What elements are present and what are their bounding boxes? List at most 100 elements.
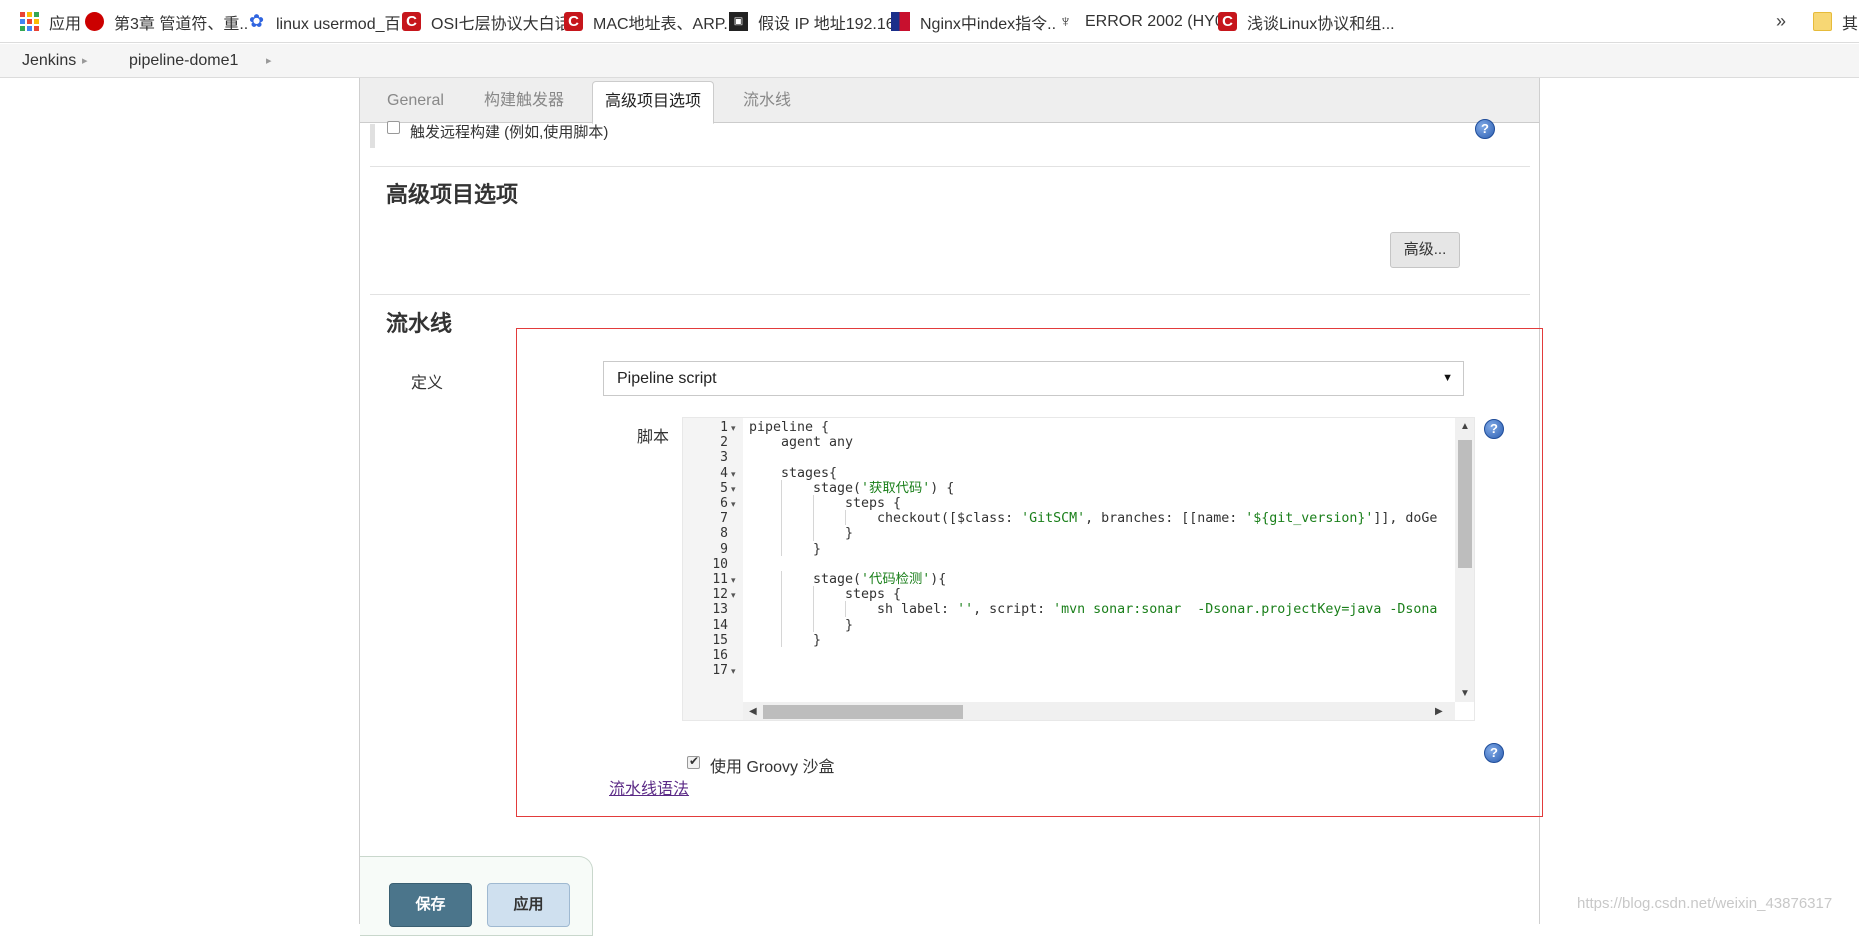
indent-guide	[781, 540, 782, 556]
breadcrumb-jenkins[interactable]: Jenkins	[22, 52, 76, 70]
code-line: }	[845, 525, 853, 543]
bookmark-label: OSI七层协议大白话...	[431, 15, 564, 33]
tab-general[interactable]: General	[387, 78, 444, 123]
bookmark-item[interactable]: C OSI七层协议大白话...	[402, 0, 564, 43]
bookmark-item[interactable]: ♆ ERROR 2002 (HY0...	[1056, 0, 1218, 43]
redhat-icon	[85, 12, 104, 31]
code-token: pipeline {	[749, 420, 830, 435]
horizontal-scrollbar[interactable]: ◀ ▶	[743, 702, 1455, 720]
code-token: ]], doGe	[1373, 511, 1438, 527]
code-token: steps {	[845, 587, 902, 603]
code-token: sh label:	[877, 602, 958, 618]
indent-guide	[781, 601, 782, 617]
code-token: stage(	[813, 572, 862, 587]
bookmark-item[interactable]: 第3章 管道符、重...	[85, 0, 247, 43]
config-panel: General 构建触发器 高级项目选项 流水线 触发远程构建 (例如,使用脚本…	[359, 78, 1543, 936]
bookmarks-overflow-button[interactable]: »	[1776, 0, 1786, 43]
tab-advanced-options[interactable]: 高级项目选项	[592, 81, 715, 124]
apply-button[interactable]: 应用	[487, 883, 570, 927]
code-token: }	[813, 541, 822, 557]
bookmark-folder[interactable]: 其	[1813, 0, 1859, 43]
csdn-icon: C	[402, 12, 421, 31]
definition-select[interactable]: Pipeline script ▼	[603, 361, 1464, 396]
code-string: '${git_version}'	[1245, 511, 1374, 527]
vertical-scrollbar[interactable]: ▲ ▼	[1455, 418, 1474, 702]
tab-pipeline[interactable]: 流水线	[743, 78, 791, 123]
watermark: https://blog.csdn.net/weixin_43876317	[1577, 895, 1833, 912]
code-token: , script:	[973, 602, 1054, 618]
groovy-sandbox-checkbox[interactable]	[687, 754, 700, 769]
editor-gutter: 1 ▾ 2 3 4 ▾ 5 ▾ 6 ▾ 7 8 9 10 11 ▾ 12 ▾ 13 14 15 16 17 ▾	[683, 418, 743, 720]
editor-code-area[interactable]: pipeline {agent any stages{stage('获取代码') …	[745, 418, 1455, 702]
fold-toggle-icon[interactable]: ▾	[731, 419, 741, 437]
fold-toggle-icon[interactable]: ▾	[731, 662, 741, 680]
horizontal-scroll-thumb[interactable]	[763, 705, 963, 719]
bookmark-item[interactable]: Nginx中index指令...	[891, 0, 1056, 43]
line-number: 17	[712, 663, 728, 679]
code-line: }	[845, 617, 853, 635]
bookmarks-list: 应用 第3章 管道符、重... ✿ linux usermod_百... C OSI七层协…	[20, 0, 1398, 43]
scroll-right-icon[interactable]: ▶	[1435, 706, 1443, 717]
fold-toggle-icon[interactable]: ▾	[731, 586, 741, 604]
section-indent-bar	[370, 124, 375, 148]
code-line: }	[813, 541, 821, 559]
indent-guide	[781, 525, 782, 541]
trigger-remote-label: 触发远程构建 (例如,使用脚本)	[410, 124, 609, 141]
code-token: }	[845, 617, 854, 633]
advanced-button[interactable]: 高级...	[1390, 232, 1460, 268]
vertical-scroll-thumb[interactable]	[1458, 440, 1472, 568]
code-string: 'mvn sonar:sonar -Dsonar.projectKey=java…	[1053, 602, 1438, 618]
trigger-remote-checkbox[interactable]	[387, 121, 400, 134]
code-string: '代码检测'	[861, 572, 931, 587]
code-string: 'GitSCM'	[1021, 511, 1086, 527]
bookmark-item[interactable]: ✿ linux usermod_百...	[247, 0, 402, 43]
code-token: }	[813, 632, 822, 648]
indent-guide	[813, 616, 814, 632]
apps-icon	[20, 12, 39, 31]
help-icon[interactable]: ?	[1484, 743, 1504, 763]
indent-guide	[781, 586, 782, 602]
csdn-icon: C	[1218, 12, 1237, 31]
advanced-options-title: 高级项目选项	[386, 182, 519, 207]
script-editor[interactable]: 1 ▾ 2 3 4 ▾ 5 ▾ 6 ▾ 7 8 9 10 11 ▾ 12 ▾ 13 14 15 16 17 ▾ pipelin…	[682, 417, 1475, 721]
indent-guide	[845, 510, 846, 526]
bookmark-label: 第3章 管道符、重...	[114, 15, 247, 33]
help-icon[interactable]: ?	[1484, 419, 1504, 439]
code-string: '获取代码'	[861, 480, 931, 496]
baidu-paw-icon: ✿	[248, 11, 265, 31]
breadcrumb-project[interactable]: pipeline-dome1	[129, 52, 238, 70]
breadcrumb-arrow-icon[interactable]: ▸	[266, 54, 272, 67]
code-string: ''	[957, 602, 974, 618]
flag-icon	[891, 12, 910, 31]
indent-guide	[813, 586, 814, 602]
bookmark-label: MAC地址表、ARP...	[593, 15, 729, 33]
bookmark-item[interactable]: C MAC地址表、ARP...	[564, 0, 729, 43]
code-line: sh label: '', script: 'mvn sonar:sonar -…	[877, 601, 1437, 619]
code-token: ) {	[930, 480, 955, 496]
bookmark-label: ERROR 2002 (HY0...	[1085, 12, 1218, 30]
code-token: stages{	[781, 465, 838, 481]
scroll-left-icon[interactable]: ◀	[749, 706, 757, 717]
pipeline-syntax-link[interactable]: 流水线语法	[609, 775, 689, 799]
bookmark-item[interactable]: ▣ 假设 IP 地址192.16...	[729, 0, 891, 43]
breadcrumb-arrow-icon[interactable]: ▸	[82, 54, 88, 67]
scroll-up-icon[interactable]: ▲	[1460, 421, 1470, 432]
fold-toggle-icon[interactable]: ▾	[731, 495, 741, 513]
indent-guide	[845, 601, 846, 617]
code-token: stage(	[813, 480, 862, 496]
indent-guide	[781, 631, 782, 647]
indent-guide	[781, 479, 782, 495]
save-button[interactable]: 保存	[389, 883, 472, 927]
bookmark-item[interactable]: C 浅谈Linux协议和组...	[1218, 0, 1398, 43]
bookmark-item[interactable]: 应用	[20, 0, 85, 43]
indent-guide	[781, 616, 782, 632]
scroll-down-icon[interactable]: ▼	[1460, 688, 1470, 699]
tab-build-triggers[interactable]: 构建触发器	[484, 78, 564, 123]
indent-guide	[781, 510, 782, 526]
divider	[370, 166, 1530, 167]
help-icon[interactable]: ?	[1475, 119, 1495, 139]
folder-icon	[1813, 12, 1832, 31]
code-token: , branches: [[name:	[1085, 511, 1246, 527]
bookmark-label: 应用	[49, 15, 82, 33]
breadcrumb: Jenkins ▸ pipeline-dome1 ▸	[0, 44, 1859, 78]
